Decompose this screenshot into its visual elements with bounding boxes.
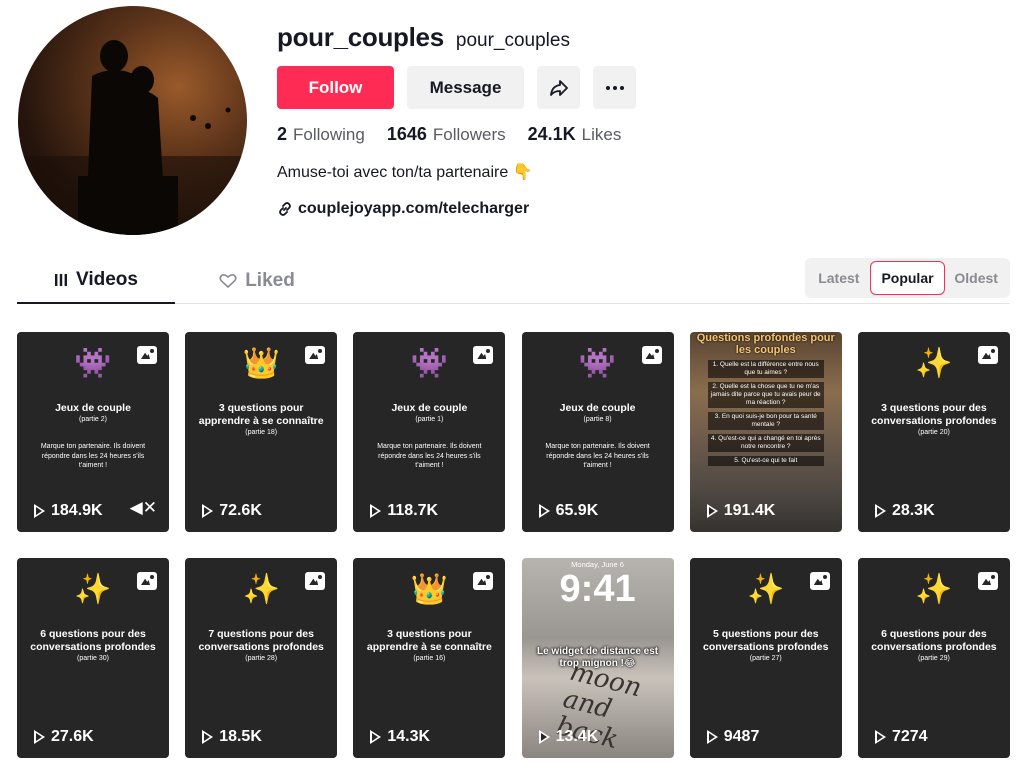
play-icon [370,730,382,744]
likes-stat: 24.1K Likes [528,124,622,145]
play-icon [538,504,550,518]
video-card[interactable]: 👑 3 questions pour apprendre à se connaî… [185,332,338,532]
photo-icon [305,346,326,364]
video-title: Jeux de couple (partie 1) [391,402,468,423]
video-card[interactable]: ✨ 6 questions pour des conversations pro… [857,558,1010,758]
video-title: 3 questions pour apprendre à se connaîtr… [366,628,492,662]
grid-icon [55,274,68,286]
play-icon [538,730,550,744]
video-card[interactable]: ✨ 5 questions pour des conversations pro… [689,558,842,758]
photo-icon [473,346,494,364]
muted-icon[interactable]: ◀✕ [130,498,157,518]
view-count: 65.9K [538,502,598,520]
video-desc: Marque ton partenaire. Ils doivent répon… [377,443,482,469]
play-icon [874,730,886,744]
sort-toggle: Latest Popular Oldest [805,258,1010,298]
video-card[interactable]: Questions profondes pour les couples 1. … [689,332,842,532]
question-list: 1. Quelle est la différence entre nous q… [707,360,824,470]
photo-icon [305,572,326,590]
link-icon [279,202,291,216]
following-stat[interactable]: 2 Following [277,124,365,145]
view-count: 9487 [706,728,759,746]
play-icon [370,504,382,518]
photo-icon [977,346,998,364]
video-title: Jeux de couple (partie 8) [559,402,636,423]
video-desc: Marque ton partenaire. Ils doivent répon… [545,443,650,469]
sort-latest[interactable]: Latest [808,261,870,295]
sort-popular[interactable]: Popular [869,261,946,295]
tab-liked[interactable]: Liked [192,258,322,304]
photo-icon [977,572,998,590]
heart-lock-icon [219,273,237,289]
following-count: 2 [277,124,288,144]
video-card[interactable]: ✨ 6 questions pour des conversations pro… [17,558,169,758]
play-icon [34,504,45,518]
followers-label: Followers [432,125,506,144]
photo-icon [473,572,494,590]
more-icon [605,85,624,90]
video-card[interactable]: 👾 Jeux de couple (partie 2) Marque ton pa… [17,332,169,532]
video-desc: Marque ton partenaire. Ils doivent répon… [40,443,146,469]
followers-stat[interactable]: 1646 Followers [387,124,506,145]
video-card[interactable]: Monday, June 6 9:41 moon and back Le wid… [521,558,674,758]
photo-icon [809,572,830,590]
video-title: 7 questions pour des conversations profo… [198,628,324,662]
view-count: 27.6K [34,728,94,746]
video-title: 3 questions pour des conversations profo… [871,402,997,436]
view-count: 7274 [874,728,928,746]
play-icon [706,730,718,744]
view-count: 13.4K [538,728,598,746]
video-title: 5 questions pour des conversations profo… [703,628,829,662]
following-label: Following [293,125,365,144]
video-title: 3 questions pour apprendre à se connaîtr… [198,402,324,436]
view-count: 184.9K [34,502,103,520]
more-options-button[interactable] [593,66,636,109]
photo-icon [137,346,157,364]
photo-icon [137,572,157,590]
share-icon [549,79,568,96]
video-card[interactable]: ✨ 7 questions pour des conversations pro… [185,558,338,758]
video-card[interactable]: 👾 Jeux de couple (partie 8) Marque ton pa… [521,332,674,532]
video-card[interactable]: 👑 3 questions pour apprendre à se connaî… [353,558,506,758]
view-count: 14.3K [370,728,430,746]
video-grid: 👾 Jeux de couple (partie 2) Marque ton pa… [17,332,1010,758]
tab-videos-label: Videos [76,269,138,290]
video-title: Jeux de couple (partie 2) [55,402,131,423]
profile-handle: pour_couples [277,22,444,52]
profile-link[interactable]: couplejoyapp.com/telecharger [277,200,529,218]
play-icon [706,504,718,518]
follow-button[interactable]: Follow [277,66,394,109]
view-count: 118.7K [370,502,438,520]
view-count: 18.5K [202,728,262,746]
view-count: 72.6K [202,502,262,520]
likes-label: Likes [581,125,622,144]
video-title: 6 questions pour des conversations profo… [871,628,997,662]
profile-avatar [18,6,247,235]
followers-count: 1646 [386,124,427,144]
view-count: 191.4K [706,502,775,520]
lock-screen-time: 9:41 [559,568,636,610]
profile-link-text: couplejoyapp.com/telecharger [298,200,530,217]
likes-count: 24.1K [527,124,576,144]
photo-icon [641,346,662,364]
profile-bio: Amuse-toi avec ton/ta partenaire 👇 [277,164,533,181]
play-icon [34,730,45,744]
sort-oldest[interactable]: Oldest [945,261,1007,295]
play-icon [874,504,886,518]
tab-videos[interactable]: Videos [17,258,175,304]
video-title: Questions profondes pour les couples [696,332,835,356]
video-card[interactable]: 👾 Jeux de couple (partie 1) Marque ton pa… [353,332,506,532]
tab-liked-label: Liked [245,270,295,291]
play-icon [202,504,214,518]
video-card[interactable]: ✨ 3 questions pour des conversations pro… [857,332,1010,532]
video-caption: Le widget de distance est trop mignon !😂 [536,646,659,669]
profile-nickname: pour_couples [455,30,570,51]
share-button[interactable] [537,66,580,109]
video-title: 6 questions pour des conversations profo… [30,628,156,662]
play-icon [202,730,214,744]
view-count: 28.3K [874,502,935,520]
message-button[interactable]: Message [407,66,524,109]
